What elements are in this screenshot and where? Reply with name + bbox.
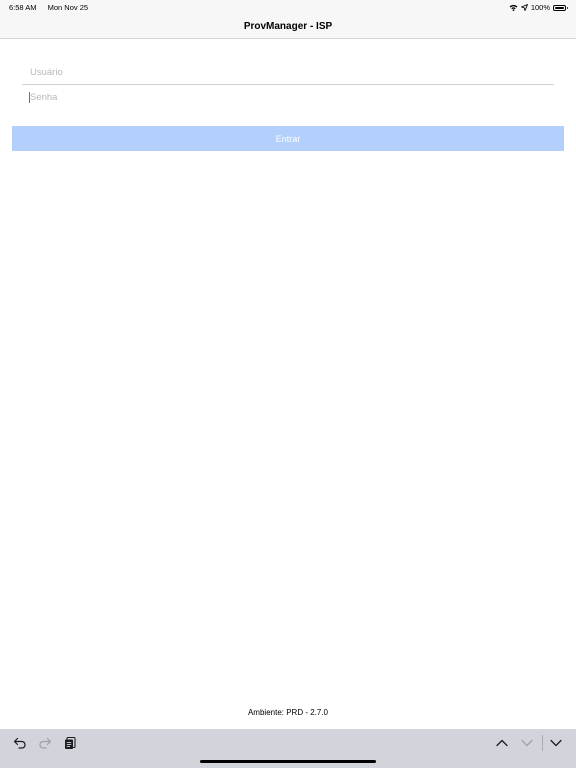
status-right: 100% bbox=[509, 3, 568, 12]
login-button[interactable]: Entrar bbox=[12, 126, 564, 151]
chevron-up-icon[interactable] bbox=[493, 734, 511, 752]
page-title: ProvManager - ISP bbox=[243, 20, 333, 32]
status-date: Mon Nov 25 bbox=[47, 3, 89, 12]
battery-percent: 100% bbox=[530, 3, 550, 12]
redo-icon[interactable] bbox=[36, 734, 54, 752]
dismiss-keyboard-icon[interactable] bbox=[547, 734, 565, 752]
wifi-icon bbox=[509, 4, 518, 11]
toolbar-divider bbox=[542, 735, 543, 751]
status-left: 6:58 AM Mon Nov 25 bbox=[9, 3, 97, 12]
username-input[interactable] bbox=[22, 60, 550, 84]
environment-label: Ambiente: PRD - 2.7.0 bbox=[247, 708, 329, 717]
undo-icon[interactable] bbox=[11, 734, 29, 752]
chevron-down-icon[interactable] bbox=[518, 734, 536, 752]
text-cursor bbox=[29, 92, 30, 103]
username-field-container bbox=[22, 60, 554, 85]
paste-icon[interactable] bbox=[61, 734, 79, 752]
status-time: 6:58 AM bbox=[9, 3, 37, 12]
password-input[interactable] bbox=[22, 85, 550, 109]
home-indicator bbox=[200, 760, 376, 763]
password-field-container bbox=[22, 85, 554, 109]
battery-icon bbox=[553, 4, 568, 11]
status-bar: 6:58 AM Mon Nov 25 100% bbox=[0, 0, 576, 14]
navigation-bar: ProvManager - ISP bbox=[0, 14, 576, 39]
location-icon bbox=[520, 4, 528, 11]
